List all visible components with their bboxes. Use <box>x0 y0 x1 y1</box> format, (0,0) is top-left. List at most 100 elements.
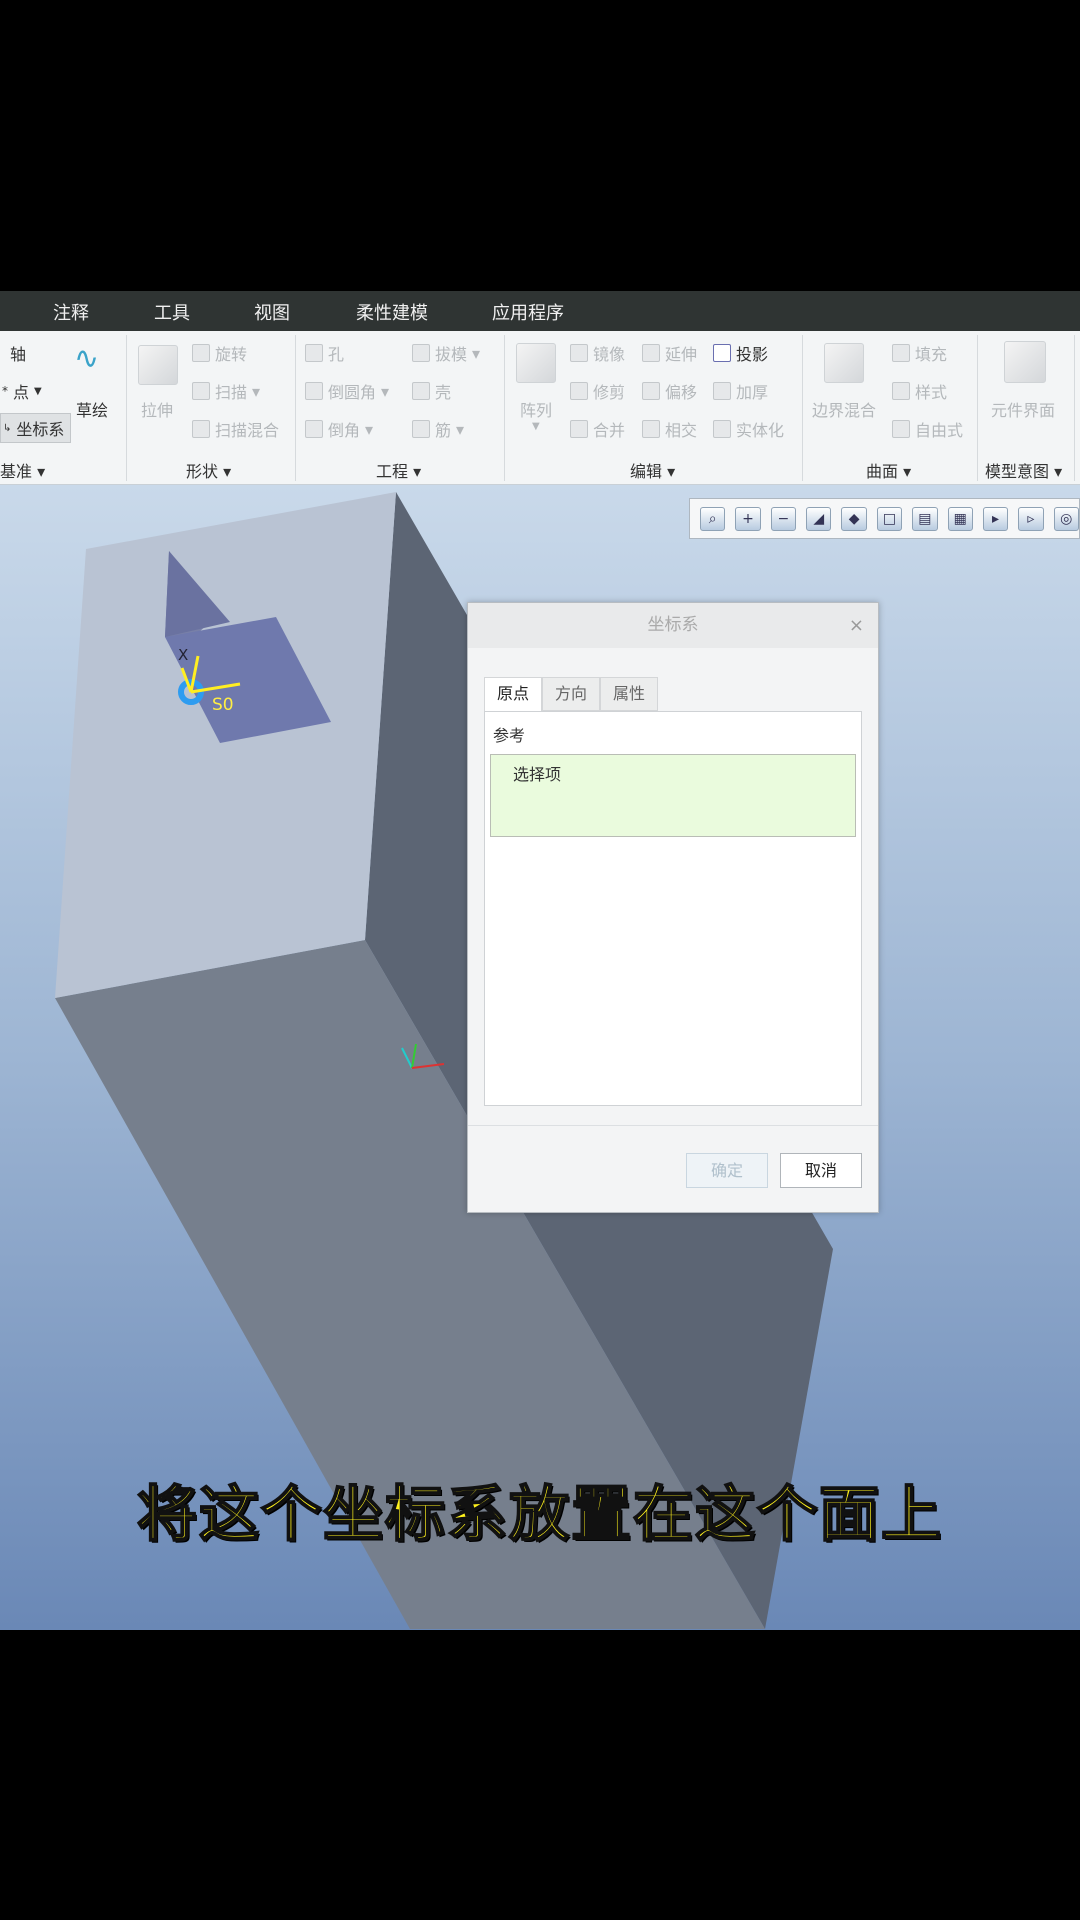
freestyle-button[interactable]: 自由式 <box>892 417 963 441</box>
editing-group-label[interactable]: 编辑 ▾ <box>630 458 675 482</box>
divider <box>126 335 127 481</box>
refit-icon[interactable]: ⌕ <box>700 506 726 531</box>
csys-button[interactable]: ↳ 坐标系 <box>0 413 72 443</box>
hole-icon <box>305 344 323 362</box>
menu-annotate[interactable]: 注释 <box>53 299 89 325</box>
swept-blend-button[interactable]: 扫描混合 <box>192 417 279 441</box>
thicken-icon <box>713 382 731 400</box>
offset-button[interactable]: 偏移 <box>642 379 697 403</box>
annotation-display-icon[interactable]: ▹ <box>1018 506 1044 531</box>
extend-icon <box>642 344 660 362</box>
references-collector[interactable]: 选择项 <box>490 754 856 837</box>
boundary-blend-button[interactable]: 边界混合 <box>812 397 876 421</box>
spin-center-icon[interactable]: ◎ <box>1053 506 1079 531</box>
mirror-button[interactable]: 镜像 <box>570 341 625 365</box>
intersect-button[interactable]: 相交 <box>642 417 697 441</box>
menu-view[interactable]: 视图 <box>254 299 290 325</box>
rib-button[interactable]: 筋 ▾ <box>412 417 464 441</box>
round-label: 倒圆角 <box>328 383 377 402</box>
point-button[interactable]: * 点 ▼ <box>2 379 42 403</box>
surfaces-group-label[interactable]: 曲面 ▾ <box>866 458 911 482</box>
round-button[interactable]: 倒圆角 ▾ <box>305 379 389 403</box>
ribbon: 轴 * 点 ▼ ↳ 坐标系 ∿ 草绘 基准 ▾ 拉伸 旋转 扫描 ▾ 扫描混合 形状 … <box>0 331 1080 485</box>
shapes-group-text: 形状 <box>186 462 219 481</box>
pattern-dropdown-icon[interactable]: ▼ <box>532 421 540 432</box>
sketch-button[interactable]: 草绘 <box>76 397 108 421</box>
origin-panel: 参考 选择项 <box>484 711 862 1106</box>
saved-views-icon[interactable]: □ <box>876 506 903 531</box>
intersect-icon <box>642 420 660 438</box>
fill-label: 填充 <box>915 345 948 364</box>
intersect-label: 相交 <box>665 421 698 440</box>
tab-orientation[interactable]: 方向 <box>542 677 600 711</box>
cancel-button[interactable]: 取消 <box>780 1153 862 1188</box>
zoom-out-icon[interactable]: − <box>770 506 797 531</box>
style-icon <box>892 382 910 400</box>
thicken-button[interactable]: 加厚 <box>713 379 768 403</box>
extend-button[interactable]: 延伸 <box>642 341 697 365</box>
engineering-group-label[interactable]: 工程 ▾ <box>376 458 421 482</box>
project-button[interactable]: 投影 <box>713 341 768 365</box>
references-label: 参考 <box>493 726 526 745</box>
hole-label: 孔 <box>328 345 345 364</box>
revolve-button[interactable]: 旋转 <box>192 341 247 365</box>
merge-button[interactable]: 合并 <box>570 417 625 441</box>
extrude-button[interactable]: 拉伸 <box>141 397 173 421</box>
shapes-group-label[interactable]: 形状 ▾ <box>186 458 231 482</box>
chamfer-icon <box>305 420 323 438</box>
thicken-label: 加厚 <box>736 383 769 402</box>
section-icon[interactable]: ▦ <box>947 506 973 531</box>
model-intent-group-label[interactable]: 模型意图 ▾ <box>985 458 1062 482</box>
solidify-icon <box>713 420 731 438</box>
mirror-icon <box>570 344 588 362</box>
hole-button[interactable]: 孔 <box>305 341 344 365</box>
trim-button[interactable]: 修剪 <box>570 379 625 403</box>
offset-label: 偏移 <box>665 383 698 402</box>
view-manager-icon[interactable]: ▤ <box>912 506 938 531</box>
tab-origin[interactable]: 原点 <box>484 677 542 712</box>
divider <box>802 335 803 481</box>
round-icon <box>305 382 323 400</box>
datum-display-icon[interactable]: ▸ <box>982 506 1009 531</box>
divider <box>504 335 505 481</box>
component-interface-button[interactable]: 元件界面 <box>991 397 1055 421</box>
surfaces-group-text: 曲面 <box>866 462 899 481</box>
menu-tools[interactable]: 工具 <box>154 299 190 325</box>
dialog-title-bar[interactable]: 坐标系 × <box>468 603 878 648</box>
divider <box>295 335 296 481</box>
references-placeholder: 选择项 <box>513 765 562 784</box>
repaint-icon[interactable]: ◢ <box>806 506 832 531</box>
extend-label: 延伸 <box>665 345 698 364</box>
axis-button[interactable]: 轴 <box>10 341 26 365</box>
display-style-icon[interactable]: ◆ <box>841 506 867 531</box>
csys-label: S0 <box>212 695 234 715</box>
sweep-button[interactable]: 扫描 ▾ <box>192 379 260 403</box>
dialog-title: 坐标系 <box>647 615 699 635</box>
engineering-group-text: 工程 <box>376 462 409 481</box>
project-label: 投影 <box>736 345 769 364</box>
mirror-label: 镜像 <box>593 345 626 364</box>
style-button[interactable]: 样式 <box>892 379 947 403</box>
menu-applications[interactable]: 应用程序 <box>492 299 564 325</box>
chamfer-button[interactable]: 倒角 ▾ <box>305 417 373 441</box>
block-top-face[interactable] <box>55 492 396 998</box>
shell-button[interactable]: 壳 <box>412 379 451 403</box>
view-toolbar: ⌕ + − ◢ ◆ □ ▤ ▦ ▸ ▹ ◎ <box>689 498 1080 539</box>
menu-flexible-modeling[interactable]: 柔性建模 <box>356 299 428 325</box>
trim-label: 修剪 <box>593 383 626 402</box>
draft-button[interactable]: 拔模 ▾ <box>412 341 480 365</box>
offset-icon <box>642 382 660 400</box>
fill-icon <box>892 344 910 362</box>
close-icon[interactable]: × <box>849 603 864 648</box>
zoom-in-icon[interactable]: + <box>735 506 761 531</box>
csys-label: 坐标系 <box>16 420 65 439</box>
solidify-button[interactable]: 实体化 <box>713 417 784 441</box>
extrude-icon <box>138 345 178 385</box>
tab-properties[interactable]: 属性 <box>600 677 658 711</box>
pattern-button[interactable]: 阵列 <box>520 397 552 421</box>
datum-group-label[interactable]: 基准 ▾ <box>0 458 45 482</box>
fill-button[interactable]: 填充 <box>892 341 947 365</box>
merge-icon <box>570 420 588 438</box>
ok-button[interactable]: 确定 <box>686 1153 768 1188</box>
x-axis-label: X <box>178 646 188 664</box>
